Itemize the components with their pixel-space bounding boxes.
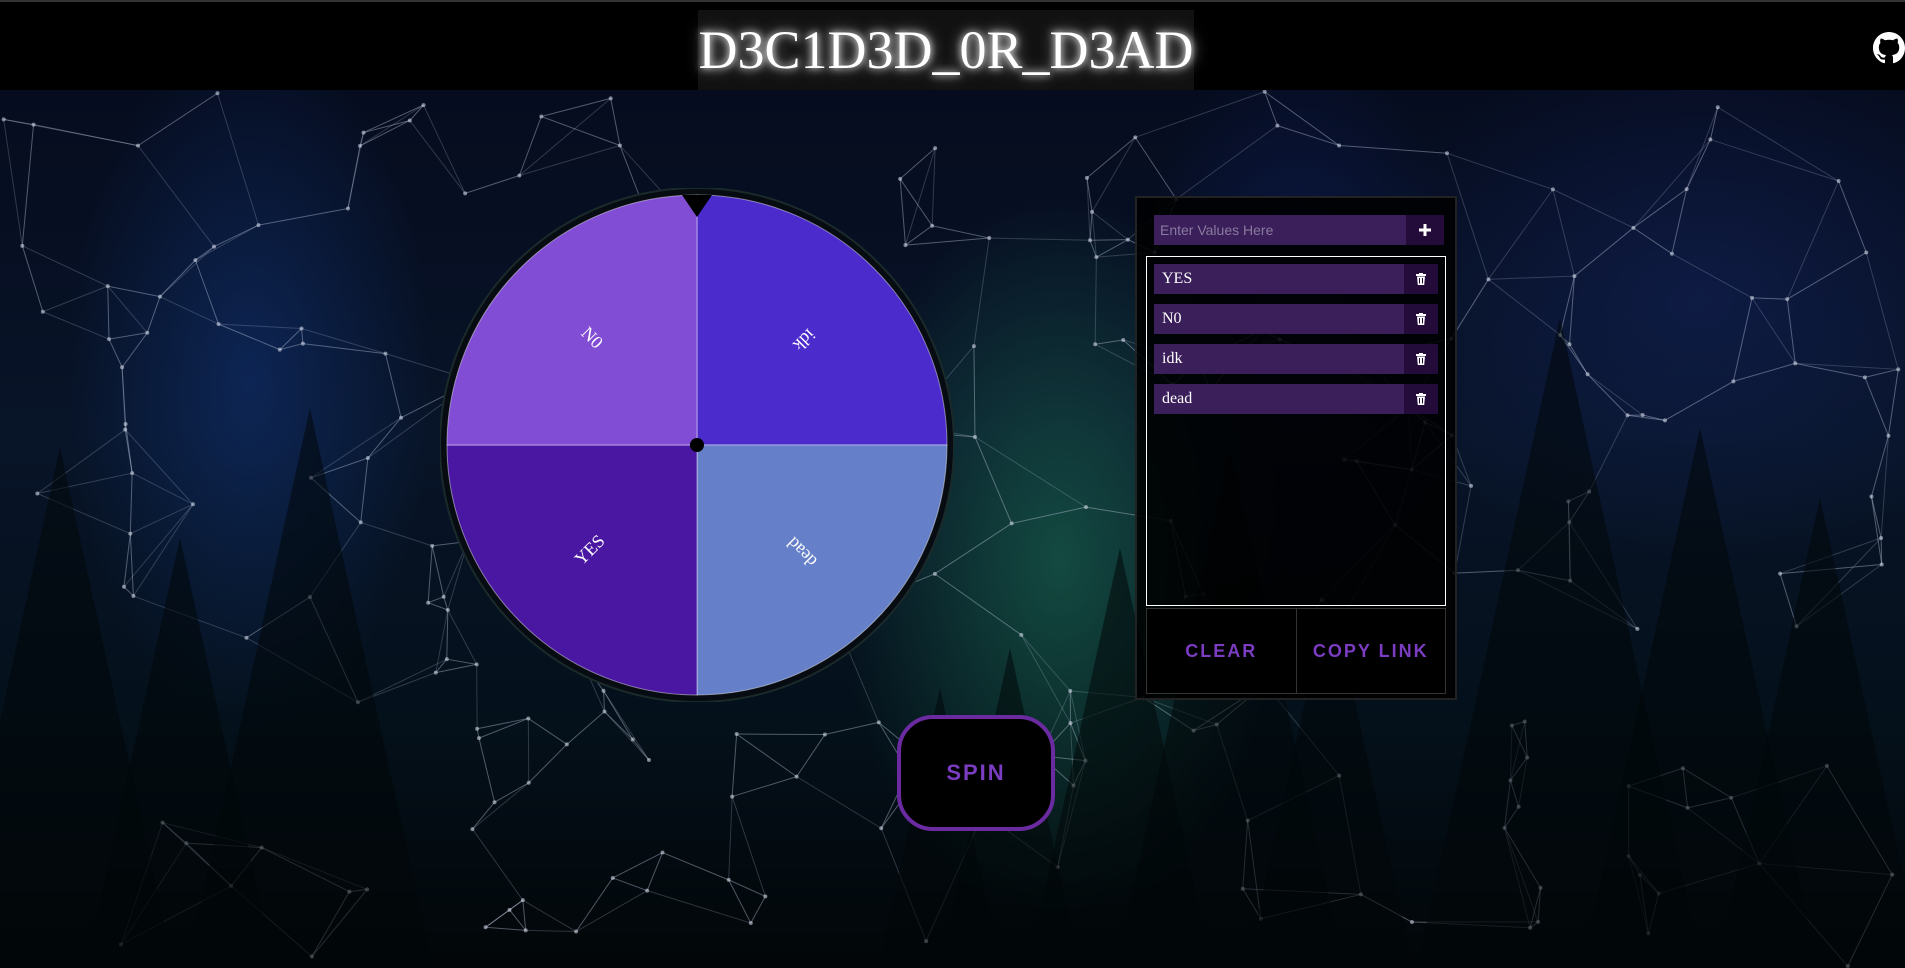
list-item: dead xyxy=(1154,384,1445,414)
plus-icon xyxy=(1419,224,1431,236)
values-list: YES N0 idk dead xyxy=(1146,256,1446,606)
spin-button[interactable]: SPIN xyxy=(897,715,1055,831)
add-value-button[interactable] xyxy=(1406,215,1444,245)
list-item-value: dead xyxy=(1154,384,1404,414)
value-input[interactable] xyxy=(1154,215,1406,245)
wheel[interactable]: idk dead YES N0 xyxy=(439,187,955,703)
list-item-value: N0 xyxy=(1154,304,1404,334)
delete-item-button[interactable] xyxy=(1404,304,1438,334)
list-item-value: idk xyxy=(1154,344,1404,374)
top-bar: D3C1D3D_0R_D3AD xyxy=(0,0,1905,90)
delete-item-button[interactable] xyxy=(1404,264,1438,294)
clear-button[interactable]: CLEAR xyxy=(1147,609,1296,693)
list-item: N0 xyxy=(1154,304,1445,334)
wheel-hub xyxy=(690,438,704,452)
delete-item-button[interactable] xyxy=(1404,344,1438,374)
trash-icon xyxy=(1416,393,1426,405)
delete-item-button[interactable] xyxy=(1404,384,1438,414)
list-item: idk xyxy=(1154,344,1445,374)
trash-icon xyxy=(1416,273,1426,285)
wheel-segment xyxy=(696,444,948,696)
wheel-segment xyxy=(696,194,948,446)
list-item-value: YES xyxy=(1154,264,1404,294)
wheel-segment xyxy=(446,444,698,696)
page-title: D3C1D3D_0R_D3AD xyxy=(698,20,1194,80)
values-panel: YES N0 idk dead CLEAR COPY LINK xyxy=(1135,196,1457,700)
value-input-row xyxy=(1154,215,1444,245)
trash-icon xyxy=(1416,313,1426,325)
title-box: D3C1D3D_0R_D3AD xyxy=(698,10,1194,90)
github-icon[interactable] xyxy=(1873,32,1905,64)
trash-icon xyxy=(1416,353,1426,365)
copy-link-button[interactable]: COPY LINK xyxy=(1295,609,1445,693)
action-row: CLEAR COPY LINK xyxy=(1146,608,1446,694)
list-item: YES xyxy=(1154,264,1445,294)
wheel-segment xyxy=(446,194,698,446)
